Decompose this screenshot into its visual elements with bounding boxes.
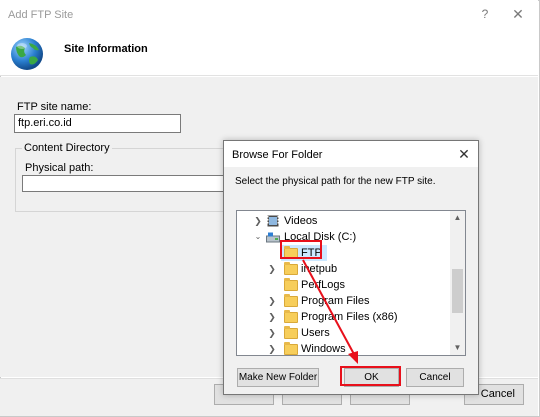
tree-item-program-files-x86[interactable]: ❯ Program Files (x86) — [267, 309, 437, 325]
physical-path-label: Physical path: — [25, 162, 94, 174]
folder-tree[interactable]: ❯ Videos ⌄ Local Disk (C:) FTP ❯ inetpub… — [236, 210, 466, 356]
browse-close-icon[interactable]: ✕ — [456, 145, 472, 163]
tree-item-label: Program Files — [301, 295, 370, 307]
scroll-up-icon[interactable]: ▲ — [450, 211, 465, 225]
folder-icon — [284, 278, 298, 291]
tree-item-label: inetpub — [301, 263, 338, 275]
scroll-thumb[interactable] — [452, 269, 463, 313]
ok-highlight-box — [340, 366, 401, 386]
site-information-heading: Site Information — [64, 43, 148, 55]
chevron-down-icon[interactable]: ⌄ — [253, 229, 263, 245]
tree-item-label: PerfLogs — [301, 279, 346, 291]
tree-item-videos[interactable]: ❯ Videos — [253, 213, 443, 229]
ftp-site-name-input[interactable]: ftp.eri.co.id — [14, 114, 181, 133]
physical-path-input[interactable] — [22, 175, 232, 192]
browse-dialog-title: Browse For Folder — [232, 149, 323, 161]
tree-item-label: Users — [301, 327, 330, 339]
tree-item-inetpub[interactable]: ❯ inetpub — [267, 261, 437, 277]
tree-item-program-files[interactable]: ❯ Program Files — [267, 293, 437, 309]
tree-item-label: Windows — [301, 343, 346, 355]
folder-icon — [284, 294, 298, 307]
globe-icon — [11, 38, 43, 70]
tree-item-label: Videos — [284, 215, 318, 227]
help-icon[interactable]: ? — [478, 7, 492, 23]
scroll-down-icon[interactable]: ▼ — [450, 341, 465, 355]
make-new-folder-button[interactable]: Make New Folder — [237, 368, 319, 387]
browse-instruction-text: Select the physical path for the new FTP… — [235, 176, 436, 187]
chevron-right-icon[interactable]: ❯ — [267, 293, 277, 309]
browse-for-folder-dialog: Browse For Folder ✕ Select the physical … — [223, 140, 479, 395]
chevron-right-icon[interactable]: ❯ — [267, 341, 277, 355]
videos-folder-icon — [267, 215, 279, 227]
ftp-highlight-box — [280, 240, 322, 259]
chevron-right-icon[interactable]: ❯ — [267, 261, 277, 277]
content-directory-legend: Content Directory — [22, 142, 112, 154]
outer-dialog-title: Add FTP Site — [8, 9, 74, 21]
chevron-right-icon[interactable]: ❯ — [267, 309, 277, 325]
folder-icon — [284, 310, 298, 323]
tree-item-perflogs[interactable]: PerfLogs — [267, 277, 437, 293]
drive-icon — [266, 232, 280, 243]
outer-title-bar — [0, 0, 538, 30]
folder-icon — [284, 326, 298, 339]
folder-icon — [284, 342, 298, 355]
chevron-right-icon[interactable]: ❯ — [267, 325, 277, 341]
tree-item-label: Program Files (x86) — [301, 311, 398, 323]
cancel-button[interactable]: Cancel — [406, 368, 464, 387]
chevron-right-icon[interactable]: ❯ — [253, 213, 263, 229]
tree-scrollbar[interactable]: ▲ ▼ — [450, 211, 465, 355]
folder-icon — [284, 262, 298, 275]
ftp-site-name-label: FTP site name: — [17, 101, 92, 113]
tree-item-users[interactable]: ❯ Users — [267, 325, 437, 341]
outer-close-icon[interactable]: ✕ — [510, 6, 526, 22]
tree-item-windows[interactable]: ❯ Windows — [267, 341, 437, 355]
